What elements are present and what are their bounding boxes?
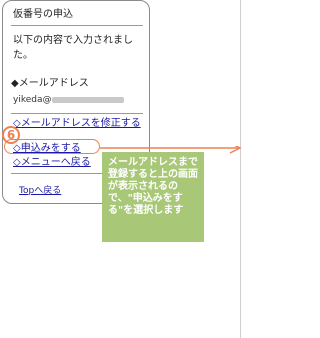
page-title: 仮番号の申込 xyxy=(13,9,73,20)
instruction-text: 以下の内容で入力されました。 xyxy=(13,35,133,61)
menu-link[interactable]: ◇メニューへ戻る xyxy=(13,157,91,169)
email-value-text: yikeda@ xyxy=(13,95,52,105)
email-divider xyxy=(11,113,143,114)
edit-email-link[interactable]: ◇メールアドレスを修正する xyxy=(13,117,141,130)
email-value: yikeda@ xyxy=(13,95,125,106)
page-right-border xyxy=(240,0,241,338)
email-label: ◆メールアドレス xyxy=(11,78,89,89)
top-link[interactable]: Topへ戻る xyxy=(19,185,61,197)
apply-link-highlight xyxy=(4,139,100,154)
annotation-note: メールアドレスまで登録すると上の画面が表示されるので、"申込みをする"を選択しま… xyxy=(102,152,204,242)
redacted-email-domain xyxy=(52,96,125,103)
title-divider xyxy=(11,25,143,26)
